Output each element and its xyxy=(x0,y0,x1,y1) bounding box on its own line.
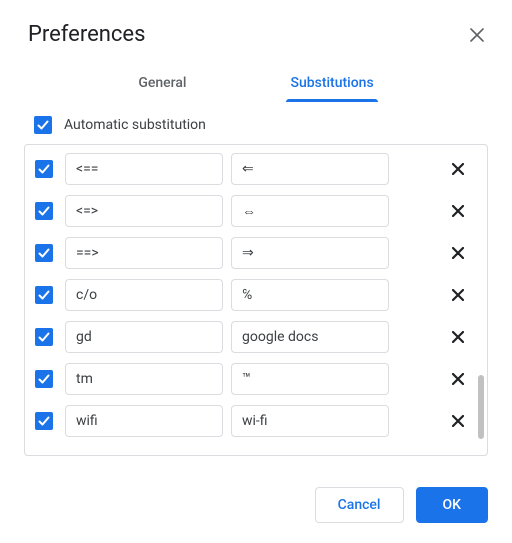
replace-input[interactable] xyxy=(65,195,223,227)
with-input[interactable] xyxy=(231,321,389,353)
cancel-button[interactable]: Cancel xyxy=(315,487,404,523)
replace-input[interactable] xyxy=(65,279,223,311)
with-input[interactable] xyxy=(231,237,389,269)
row-checkbox[interactable] xyxy=(35,160,53,178)
row-checkbox[interactable] xyxy=(35,370,53,388)
delete-row-icon[interactable] xyxy=(443,364,473,394)
with-input[interactable] xyxy=(231,405,389,437)
automatic-substitution-label: Automatic substitution xyxy=(64,117,206,133)
automatic-substitution-checkbox[interactable] xyxy=(34,116,52,134)
substitutions-table xyxy=(24,144,488,456)
automatic-substitution-row: Automatic substitution xyxy=(0,102,512,144)
table-row xyxy=(33,195,479,227)
replace-input[interactable] xyxy=(65,153,223,185)
replace-input[interactable] xyxy=(65,405,223,437)
ok-button[interactable]: OK xyxy=(416,487,489,523)
dialog-title: Preferences xyxy=(28,22,145,47)
replace-input[interactable] xyxy=(65,237,223,269)
row-checkbox[interactable] xyxy=(35,412,53,430)
replace-input[interactable] xyxy=(65,363,223,395)
tab-general[interactable]: General xyxy=(136,65,188,101)
close-icon[interactable] xyxy=(470,28,484,42)
with-input[interactable] xyxy=(231,363,389,395)
delete-row-icon[interactable] xyxy=(443,196,473,226)
with-input[interactable] xyxy=(231,153,389,185)
tab-substitutions[interactable]: Substitutions xyxy=(288,65,375,101)
delete-row-icon[interactable] xyxy=(443,406,473,436)
dialog-footer: Cancel OK xyxy=(315,487,488,523)
with-input[interactable] xyxy=(231,279,389,311)
with-input[interactable] xyxy=(231,195,389,227)
dialog-header: Preferences xyxy=(0,0,512,55)
row-checkbox[interactable] xyxy=(35,286,53,304)
row-checkbox[interactable] xyxy=(35,328,53,346)
replace-input[interactable] xyxy=(65,321,223,353)
table-row xyxy=(33,363,479,395)
table-row xyxy=(33,279,479,311)
table-row xyxy=(33,321,479,353)
preferences-dialog: Preferences General Substitutions Automa… xyxy=(0,0,512,543)
scrollbar-thumb[interactable] xyxy=(478,375,484,439)
delete-row-icon[interactable] xyxy=(443,238,473,268)
delete-row-icon[interactable] xyxy=(443,154,473,184)
table-row xyxy=(33,237,479,269)
tabs: General Substitutions xyxy=(0,65,512,102)
row-checkbox[interactable] xyxy=(35,244,53,262)
row-checkbox[interactable] xyxy=(35,202,53,220)
table-row xyxy=(33,405,479,437)
table-row xyxy=(33,153,479,185)
delete-row-icon[interactable] xyxy=(443,280,473,310)
delete-row-icon[interactable] xyxy=(443,322,473,352)
